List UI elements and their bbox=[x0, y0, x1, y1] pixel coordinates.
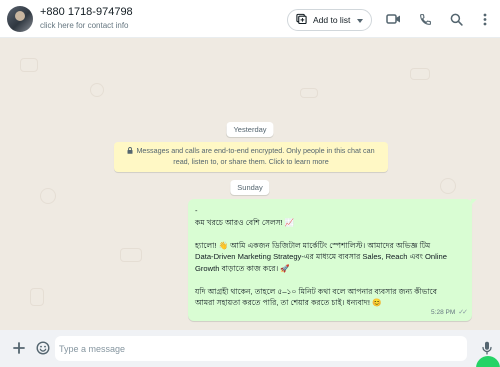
background-doodle bbox=[440, 178, 456, 194]
background-doodle bbox=[410, 68, 430, 80]
message-input[interactable] bbox=[55, 336, 467, 361]
avatar[interactable] bbox=[7, 6, 33, 32]
background-doodle bbox=[120, 248, 142, 262]
message-meta: 5:28 PM ✓✓ bbox=[431, 307, 468, 319]
background-doodle bbox=[300, 88, 318, 98]
chat-header: +880 1718-974798 click here for contact … bbox=[0, 0, 500, 38]
emoji-icon[interactable] bbox=[35, 340, 51, 356]
message-line: আমরা সহায়তা করতে পারি, তা শেয়ার করতে চ… bbox=[195, 298, 382, 307]
add-to-list-button[interactable]: Add to list bbox=[287, 9, 372, 31]
video-call-icon[interactable] bbox=[385, 11, 401, 27]
outgoing-message[interactable]: - কম খরচে আরও বেশি সেলস! 📈 হ্যালো! 👋 আমি… bbox=[188, 199, 477, 321]
background-doodle bbox=[90, 83, 104, 97]
plus-icon[interactable] bbox=[11, 340, 27, 356]
encryption-notice[interactable]: Messages and calls are end-to-end encryp… bbox=[114, 142, 388, 172]
lock-icon bbox=[127, 146, 133, 154]
encryption-text-line1: Messages and calls are end-to-end encryp… bbox=[136, 146, 375, 155]
encryption-text-line2: read, listen to, or share them. Click to… bbox=[173, 157, 329, 166]
message-line: কম খরচে আরও বেশি সেলস! 📈 bbox=[195, 217, 295, 227]
message-line: Growth বাড়াতে কাজ করে। 🚀 bbox=[195, 263, 290, 273]
menu-icon[interactable] bbox=[477, 11, 493, 27]
date-divider-sunday: Sunday bbox=[230, 180, 270, 195]
contact-name[interactable]: +880 1718-974798 bbox=[40, 6, 133, 19]
background-doodle bbox=[20, 58, 38, 72]
chevron-down-icon bbox=[357, 19, 363, 23]
message-line: Data-Driven Marketing Strategy-এর মাধ্যম… bbox=[195, 252, 447, 261]
message-gap bbox=[195, 274, 465, 286]
add-to-list-label: Add to list bbox=[313, 15, 351, 25]
message-line: যদি আগ্রহী থাকেন, তাহলে ৫–১০ মিনিট কথা ব… bbox=[195, 286, 437, 296]
background-doodle bbox=[30, 288, 44, 306]
search-icon[interactable] bbox=[448, 11, 464, 27]
message-line: হ্যালো! 👋 আমি একজন ডিজিটাল মার্কেটিং স্প… bbox=[195, 240, 431, 250]
list-add-icon bbox=[296, 11, 307, 29]
contact-subtitle[interactable]: click here for contact info bbox=[40, 20, 133, 31]
contact-info[interactable]: +880 1718-974798 click here for contact … bbox=[40, 6, 133, 31]
double-check-icon: ✓✓ bbox=[458, 308, 468, 316]
message-time: 5:28 PM bbox=[431, 308, 456, 316]
composer-bar bbox=[0, 330, 500, 367]
message-line: - bbox=[195, 206, 198, 215]
background-doodle bbox=[40, 188, 56, 204]
microphone-icon[interactable] bbox=[479, 340, 495, 356]
message-gap bbox=[195, 228, 465, 240]
date-divider-yesterday: Yesterday bbox=[226, 122, 274, 137]
voice-call-icon[interactable] bbox=[417, 11, 433, 27]
